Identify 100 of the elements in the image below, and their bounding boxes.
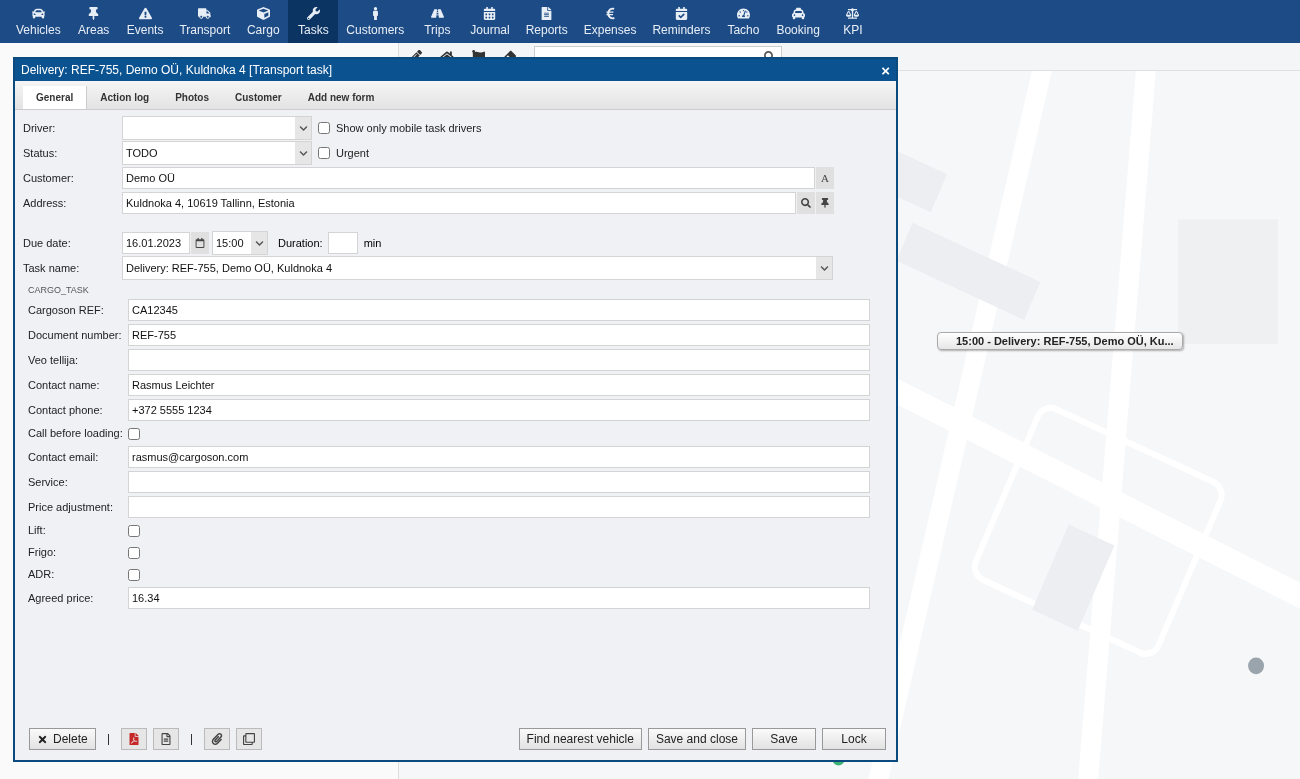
cube-icon bbox=[256, 6, 270, 20]
tab[interactable]: Action log bbox=[87, 86, 163, 109]
field-label: Duration: bbox=[278, 237, 323, 249]
field-label: Task name: bbox=[23, 262, 81, 274]
field-label: Call before loading: bbox=[28, 426, 124, 439]
unit-label: min bbox=[363, 237, 382, 249]
nav-tab[interactable]: Vehicles bbox=[8, 0, 69, 43]
close-icon bbox=[37, 733, 48, 745]
checkbox[interactable] bbox=[128, 547, 140, 559]
nav-tab[interactable]: Customers bbox=[338, 0, 413, 43]
warning-icon bbox=[138, 6, 152, 20]
field-label: Service: bbox=[28, 476, 69, 488]
nav-tab[interactable]: Transport bbox=[171, 0, 239, 43]
section-title: CARGO_TASK bbox=[27, 284, 90, 297]
calendar-icon bbox=[195, 238, 205, 248]
nav-tab[interactable]: Tacho bbox=[718, 0, 769, 43]
checkbox[interactable] bbox=[128, 569, 140, 581]
nav-tab[interactable]: Trips bbox=[412, 0, 463, 43]
car-icon bbox=[31, 6, 45, 20]
nav-tab[interactable]: Tasks bbox=[288, 0, 339, 43]
nav-tab[interactable]: Booking bbox=[768, 0, 828, 43]
document-button[interactable] bbox=[152, 728, 179, 750]
field-label: Veo tellija: bbox=[28, 354, 80, 366]
tab[interactable]: General bbox=[23, 86, 88, 109]
field-label: Price adjustment: bbox=[28, 501, 114, 513]
input-field[interactable] bbox=[128, 349, 870, 371]
field-label: Document number: bbox=[28, 329, 123, 341]
calendar-icon bbox=[483, 6, 497, 20]
field-label: Driver: bbox=[23, 122, 57, 134]
nav-tab[interactable]: Areas bbox=[68, 0, 119, 43]
duration-field[interactable] bbox=[327, 232, 358, 254]
nav-tab[interactable]: KPI bbox=[827, 0, 878, 43]
pin-button[interactable] bbox=[816, 192, 834, 214]
checkbox-label: Urgent bbox=[336, 147, 370, 159]
nav-tab[interactable]: Reminders bbox=[644, 0, 719, 43]
address-field[interactable]: Kuldnoka 4, 10619 Tallinn, Estonia bbox=[122, 192, 796, 214]
field-label: Contact email: bbox=[28, 451, 100, 463]
action-button[interactable]: Lock bbox=[822, 728, 886, 750]
status-select[interactable]: TODO bbox=[122, 141, 312, 165]
field-label: Address: bbox=[23, 197, 68, 209]
nav-tab[interactable]: Journal bbox=[462, 0, 518, 43]
scales-icon bbox=[846, 6, 860, 20]
pdf-button[interactable] bbox=[120, 728, 147, 750]
action-button[interactable]: Find nearest vehicle bbox=[518, 728, 642, 750]
nav-tab[interactable]: Cargo bbox=[238, 0, 289, 43]
document-icon bbox=[159, 733, 172, 745]
field-label: Customer: bbox=[23, 172, 75, 184]
tab[interactable]: Photos bbox=[162, 86, 223, 109]
field-label: ADR: bbox=[28, 567, 56, 580]
action-button[interactable]: Save bbox=[752, 728, 816, 750]
chevron-down-icon bbox=[298, 123, 308, 133]
field-label: Frigo: bbox=[28, 545, 58, 558]
chevron-down-icon bbox=[254, 238, 264, 248]
delete-button[interactable]: Delete bbox=[29, 728, 96, 750]
pin-icon bbox=[87, 6, 101, 20]
copy-icon bbox=[242, 733, 255, 745]
input-field[interactable]: REF-755 bbox=[128, 324, 870, 346]
calendar-button[interactable] bbox=[191, 232, 209, 254]
input-field[interactable] bbox=[128, 496, 870, 518]
nav-tab[interactable]: Events bbox=[118, 0, 172, 43]
wrench-icon bbox=[306, 6, 320, 20]
input-field[interactable]: +372 5555 1234 bbox=[128, 399, 870, 421]
chevron-down-icon bbox=[298, 148, 308, 158]
attach-button[interactable] bbox=[203, 728, 230, 750]
checkbox[interactable] bbox=[128, 525, 140, 537]
chevron-down-icon bbox=[819, 263, 829, 273]
tab[interactable]: Customer bbox=[222, 86, 295, 109]
input-field[interactable]: rasmus@cargoson.com bbox=[128, 446, 870, 468]
time-select[interactable]: 15:00 bbox=[212, 231, 268, 255]
map-marker-label[interactable]: 15:00 - Delivery: REF-755, Demo OÜ, Ku... bbox=[937, 332, 1183, 350]
customer-field[interactable]: Demo OÜ bbox=[122, 167, 815, 189]
customer-button[interactable]: A bbox=[816, 167, 834, 189]
checkbox[interactable] bbox=[128, 428, 140, 440]
input-field[interactable]: Rasmus Leichter bbox=[128, 374, 870, 396]
nav-tab[interactable]: Expenses bbox=[575, 0, 645, 43]
action-button[interactable]: Save and close bbox=[647, 728, 746, 750]
tab[interactable]: Add new form bbox=[294, 86, 388, 109]
field-label: Contact name: bbox=[28, 379, 101, 391]
field-label: Status: bbox=[23, 147, 59, 159]
task-name-select[interactable]: Delivery: REF-755, Demo OÜ, Kuldnoka 4 bbox=[122, 256, 833, 280]
truck-icon bbox=[198, 6, 212, 20]
field-label: Agreed price: bbox=[28, 592, 95, 604]
copy-button[interactable] bbox=[235, 728, 262, 750]
road-icon bbox=[430, 6, 444, 20]
paperclip-icon bbox=[210, 733, 223, 745]
checkbox[interactable] bbox=[318, 122, 330, 134]
checkbox[interactable] bbox=[318, 147, 330, 159]
search-button[interactable] bbox=[797, 192, 815, 214]
input-field[interactable]: 16.34 bbox=[128, 587, 870, 609]
input-field[interactable] bbox=[128, 471, 870, 493]
nav-tab[interactable]: Reports bbox=[517, 0, 576, 43]
input-field[interactable]: CA12345 bbox=[128, 299, 870, 321]
gauge-icon bbox=[736, 6, 750, 20]
pin-icon bbox=[820, 198, 830, 208]
field-label: Cargoson REF: bbox=[28, 304, 105, 316]
search-icon bbox=[801, 198, 811, 208]
field-label: Due date: bbox=[23, 237, 72, 249]
document-icon bbox=[540, 6, 554, 20]
date-field[interactable]: 16.01.2023 bbox=[122, 232, 190, 254]
close-button[interactable]: × bbox=[881, 61, 890, 79]
